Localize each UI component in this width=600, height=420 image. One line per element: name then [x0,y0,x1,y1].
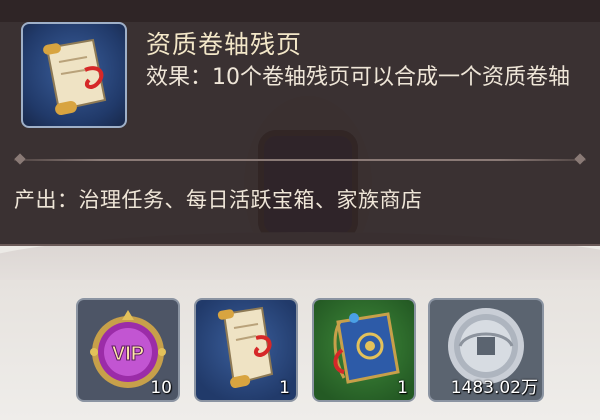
item-tooltip: 资质卷轴残页 效果：10个卷轴残页可以合成一个资质卷轴 产出：治理任务、每日活跃… [0,0,600,246]
item-count: 1483.02万 [450,378,538,398]
item-count: 1 [279,378,290,398]
divider [14,159,586,161]
inventory-slot-vip[interactable]: VIP 10 [76,298,180,402]
vip-badge-label: VIP [112,343,144,365]
item-description: 效果：10个卷轴残页可以合成一个资质卷轴 [146,65,570,90]
item-count: 10 [150,378,172,398]
scroll-fragment-icon [43,38,107,116]
inventory-slot-scroll[interactable]: 1 [194,298,298,402]
item-count: 1 [397,378,408,398]
inventory-slot-coin[interactable]: 1483.02万 [428,298,544,402]
item-title: 资质卷轴残页 [146,30,303,59]
item-icon-frame [21,22,127,128]
item-source: 产出：治理任务、每日活跃宝箱、家族商店 [14,188,423,212]
inventory-slot-book[interactable]: 1 [312,298,416,402]
